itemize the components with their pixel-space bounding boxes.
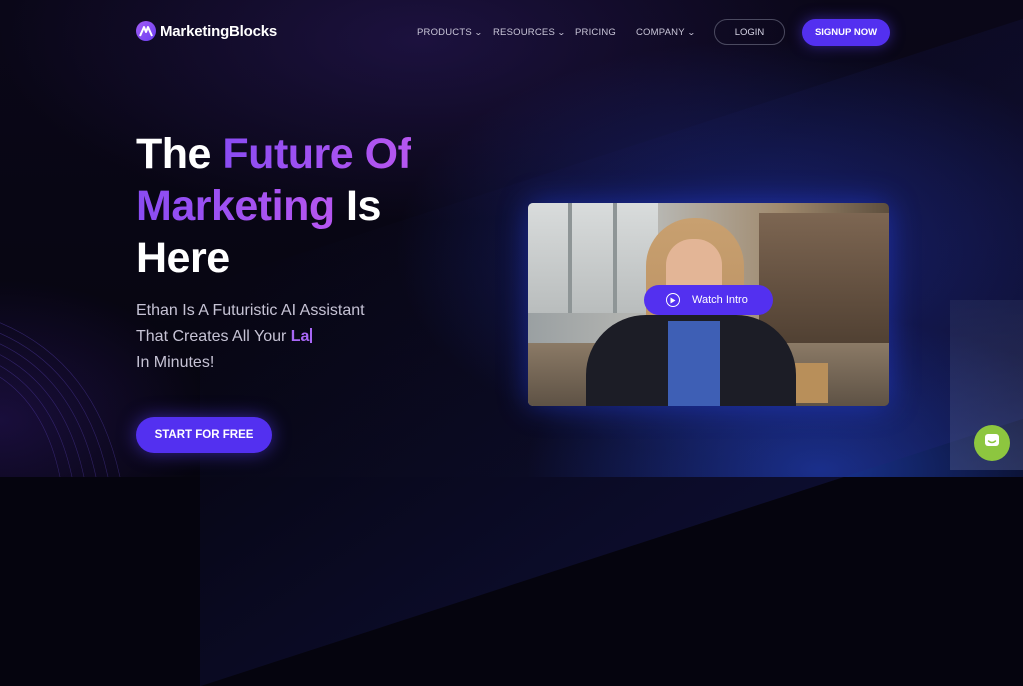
video-window-frame [568,203,572,313]
signup-button[interactable]: SIGNUP NOW [802,19,890,46]
video-person-shirt [668,321,720,406]
watch-intro-label: Watch Intro [692,294,748,306]
brand-logo[interactable]: MarketingBlocks [136,21,277,41]
chevron-down-icon: ⌄ [473,28,483,37]
headline-highlight: Marketing [136,182,335,230]
logo-icon [136,21,156,41]
nav-products-label: PRODUCTS [417,27,472,38]
headline-highlight: Future Of [222,130,412,178]
nav-company[interactable]: COMPANY ⌄ [636,27,695,38]
nav-pricing[interactable]: PRICING [575,27,616,38]
start-for-free-button[interactable]: START FOR FREE [136,417,272,453]
play-icon [666,293,680,307]
headline-part: Here [136,234,230,282]
nav-company-label: COMPANY [636,27,685,38]
top-navigation: MarketingBlocks PRODUCTS ⌄ RESOURCES ⌄ P… [0,0,1023,66]
hero-subtitle: Ethan Is A Futuristic AI Assistant That … [136,298,476,376]
nav-resources-label: RESOURCES [493,27,555,38]
chevron-down-icon: ⌄ [556,28,566,37]
hero-headline: The Future Of Marketing Is Here [136,128,496,284]
headline-part: The [136,130,223,178]
login-button[interactable]: LOGIN [714,19,785,45]
subtitle-line: In Minutes! [136,354,215,371]
subtitle-line: That Creates All Your [136,328,291,345]
typing-caret [310,328,313,343]
nav-products[interactable]: PRODUCTS ⌄ [417,27,483,38]
watch-intro-button[interactable]: Watch Intro [644,285,773,315]
subtitle-line: Ethan Is A Futuristic AI Assistant [136,302,365,319]
brand-name: MarketingBlocks [160,22,278,40]
chat-icon [984,433,1000,454]
nav-pricing-label: PRICING [575,27,616,38]
video-window-frame [613,203,617,313]
headline-part: Is [334,182,381,230]
typed-text: La [290,328,310,345]
chat-widget-button[interactable] [974,425,1010,461]
video-background-window [528,203,658,313]
chevron-down-icon: ⌄ [686,28,696,37]
nav-resources[interactable]: RESOURCES ⌄ [493,27,566,38]
